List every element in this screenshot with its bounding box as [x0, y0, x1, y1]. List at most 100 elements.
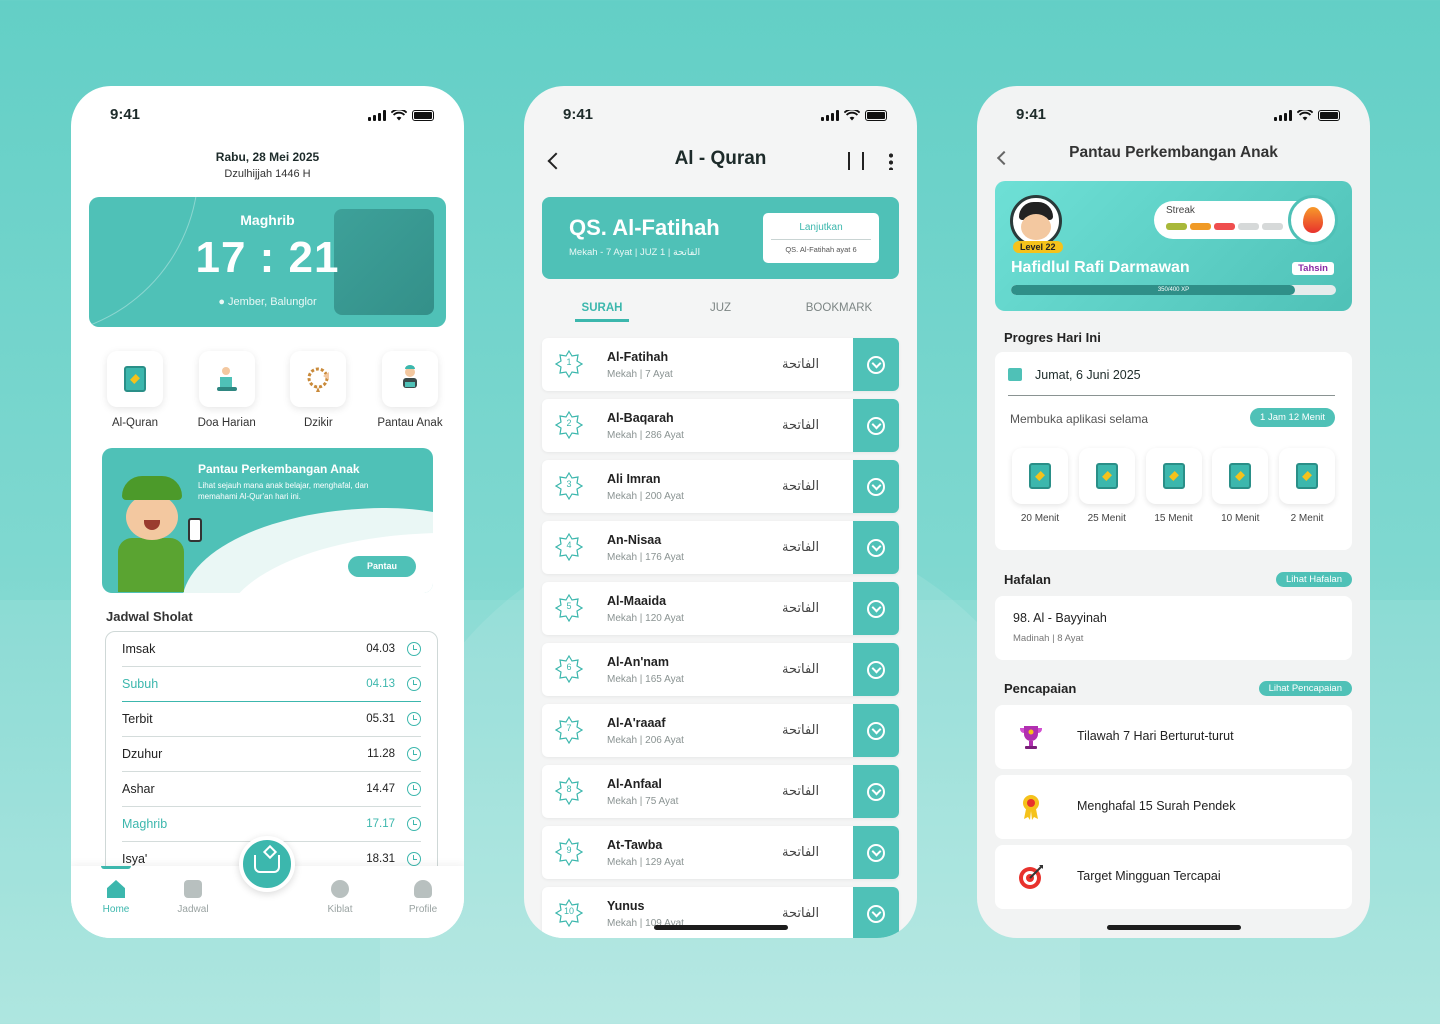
schedule-name: Maghrib [122, 817, 168, 831]
schedule-time: 05.31 [366, 713, 395, 725]
status-bar: 9:41 [977, 106, 1370, 128]
minutes-label: 2 Menit [1290, 513, 1324, 524]
nav-home[interactable]: Home [86, 880, 146, 915]
filter-icon[interactable] [848, 152, 864, 170]
tab-juz[interactable]: JUZ [671, 302, 771, 328]
download-button[interactable] [853, 460, 899, 513]
tab-bookmark[interactable]: BOOKMARK [789, 302, 889, 328]
download-button[interactable] [853, 704, 899, 757]
today-progress-card: Jumat, 6 Juni 2025 Membuka aplikasi sela… [995, 352, 1352, 550]
alarm-icon[interactable] [407, 852, 421, 866]
download-button[interactable] [853, 338, 899, 391]
quran-tabs: SURAH JUZ BOOKMARK [552, 302, 889, 328]
schedule-row[interactable]: Terbit 05.31 [122, 702, 421, 737]
date-row: Jumat, 6 Juni 2025 [1008, 366, 1335, 396]
schedule-row[interactable]: Dzuhur 11.28 [122, 737, 421, 772]
menu-pantau-anak[interactable]: Pantau Anak [371, 351, 449, 429]
continue-button[interactable]: Lanjutkan [763, 222, 879, 233]
achievement-label: Menghafal 15 Surah Pendek [1077, 799, 1236, 813]
gregorian-date: Rabu, 28 Mei 2025 [215, 150, 320, 164]
quran-fab-button[interactable] [239, 836, 295, 892]
banner-title: Pantau Perkembangan Anak [198, 462, 360, 476]
surah-list: 1 Al-Fatihah Mekah | 7 Ayat الفاتحة 2 Al-Baqa… [542, 338, 899, 938]
surah-row[interactable]: 6 Al-An'nam Mekah | 165 Ayat الفاتحة [542, 643, 899, 696]
surah-row[interactable]: 4 An-Nisaa Mekah | 176 Ayat الفاتحة [542, 521, 899, 574]
child-profile-card: Level 22 Streak Hafidlul Rafi Darmawan T… [995, 181, 1352, 311]
streak-segment [1190, 223, 1211, 230]
wifi-icon [391, 110, 407, 121]
alarm-icon[interactable] [407, 677, 421, 691]
schedule-row[interactable]: Imsak 04.03 [122, 632, 421, 667]
achievement-item[interactable]: Target Mingguan Tercapai [995, 845, 1352, 909]
prayer-location: ● Jember, Balunglor [89, 296, 446, 308]
surah-meta: Mekah | 129 Ayat [607, 857, 684, 868]
surah-row[interactable]: 3 Ali Imran Mekah | 200 Ayat الفاتحة [542, 460, 899, 513]
last-read-card[interactable]: QS. Al-Fatihah Mekah - 7 Ayat | JUZ 1 | … [542, 197, 899, 279]
more-options-icon[interactable] [889, 152, 893, 170]
lihat-pencapaian-button[interactable]: Lihat Pencapaian [1258, 681, 1352, 696]
last-read-meta: Mekah - 7 Ayat | JUZ 1 | الفاتحة [569, 247, 701, 258]
avatar [1010, 195, 1062, 247]
continue-box[interactable]: Lanjutkan QS. Al-Fatihah ayat 6 [763, 213, 879, 263]
download-button[interactable] [853, 643, 899, 696]
alarm-icon[interactable] [407, 747, 421, 761]
alarm-icon[interactable] [407, 817, 421, 831]
surah-name: Al-An'nam [607, 655, 669, 669]
alarm-icon[interactable] [407, 712, 421, 726]
surah-row[interactable]: 7 Al-A'raaaf Mekah | 206 Ayat الفاتحة [542, 704, 899, 757]
schedule-row[interactable]: Subuh 04.13 [122, 667, 421, 702]
surah-name: An-Nisaa [607, 533, 662, 547]
schedule-time: 18.31 [366, 853, 395, 865]
download-button[interactable] [853, 521, 899, 574]
nav-kiblat[interactable]: Kiblat [310, 880, 370, 915]
today-date: Jumat, 6 Juni 2025 [1035, 368, 1141, 382]
nav-jadwal[interactable]: Jadwal [163, 880, 223, 915]
child-name: Hafidlul Rafi Darmawan [1011, 259, 1190, 276]
surah-number: 10 [563, 906, 574, 916]
surah-row[interactable]: 10 Yunus Mekah | 109 Ayat الفاتحة [542, 887, 899, 938]
menu-doa-harian[interactable]: Doa Harian [188, 351, 266, 429]
surah-row[interactable]: 5 Al-Maaida Mekah | 120 Ayat الفاتحة [542, 582, 899, 635]
download-button[interactable] [853, 765, 899, 818]
pantau-button[interactable]: Pantau [348, 556, 416, 577]
achievement-item[interactable]: Menghafal 15 Surah Pendek [995, 775, 1352, 839]
child-monitor-banner[interactable]: Pantau Perkembangan Anak Lihat sejauh ma… [102, 448, 433, 593]
tab-surah[interactable]: SURAH [552, 302, 652, 328]
wifi-icon [1297, 110, 1313, 121]
surah-number: 2 [566, 418, 572, 428]
surah-row[interactable]: 1 Al-Fatihah Mekah | 7 Ayat الفاتحة [542, 338, 899, 391]
menu-dzikir[interactable]: Dzikir [279, 351, 357, 429]
download-button[interactable] [853, 887, 899, 938]
reading-minutes-item: 15 Menit [1145, 448, 1202, 524]
signal-icon [368, 110, 386, 121]
battery-icon [412, 110, 434, 121]
menu-al-quran[interactable]: Al-Quran [96, 351, 174, 429]
status-bar: 9:41 [71, 106, 464, 128]
surah-row[interactable]: 2 Al-Baqarah Mekah | 286 Ayat الفاتحة [542, 399, 899, 452]
schedule-row[interactable]: Ashar 14.47 [122, 772, 421, 807]
section-title-today: Progres Hari Ini [1004, 330, 1101, 345]
surah-meta: Mekah | 176 Ayat [607, 552, 684, 563]
download-button[interactable] [853, 826, 899, 879]
home-indicator [654, 925, 788, 930]
surah-arabic-name: الفاتحة [782, 906, 820, 921]
alarm-icon[interactable] [407, 642, 421, 656]
surah-row[interactable]: 8 Al-Anfaal Mekah | 75 Ayat الفاتحة [542, 765, 899, 818]
app-usage-label: Membuka aplikasi selama [1010, 412, 1149, 426]
achievement-item[interactable]: Tilawah 7 Hari Berturut-turut [995, 705, 1352, 769]
surah-arabic-name: الفاتحة [782, 784, 820, 799]
schedule-time: 04.03 [366, 643, 395, 655]
download-icon [867, 477, 885, 496]
alarm-icon[interactable] [407, 782, 421, 796]
download-button[interactable] [853, 582, 899, 635]
download-button[interactable] [853, 399, 899, 452]
status-time: 9:41 [563, 106, 594, 123]
surah-row[interactable]: 9 At-Tawba Mekah | 129 Ayat الفاتحة [542, 826, 899, 879]
next-prayer-card[interactable]: Maghrib 17 : 21 ● Jember, Balunglor [89, 197, 446, 327]
hafalan-card[interactable]: 98. Al - Bayyinah Madinah | 8 Ayat [995, 596, 1352, 660]
surah-meta: Mekah | 120 Ayat [607, 613, 684, 624]
lihat-hafalan-button[interactable]: Lihat Hafalan [1276, 572, 1352, 587]
surah-arabic-name: الفاتحة [782, 540, 820, 555]
streak-segment [1262, 223, 1283, 230]
nav-profile[interactable]: Profile [393, 880, 453, 915]
